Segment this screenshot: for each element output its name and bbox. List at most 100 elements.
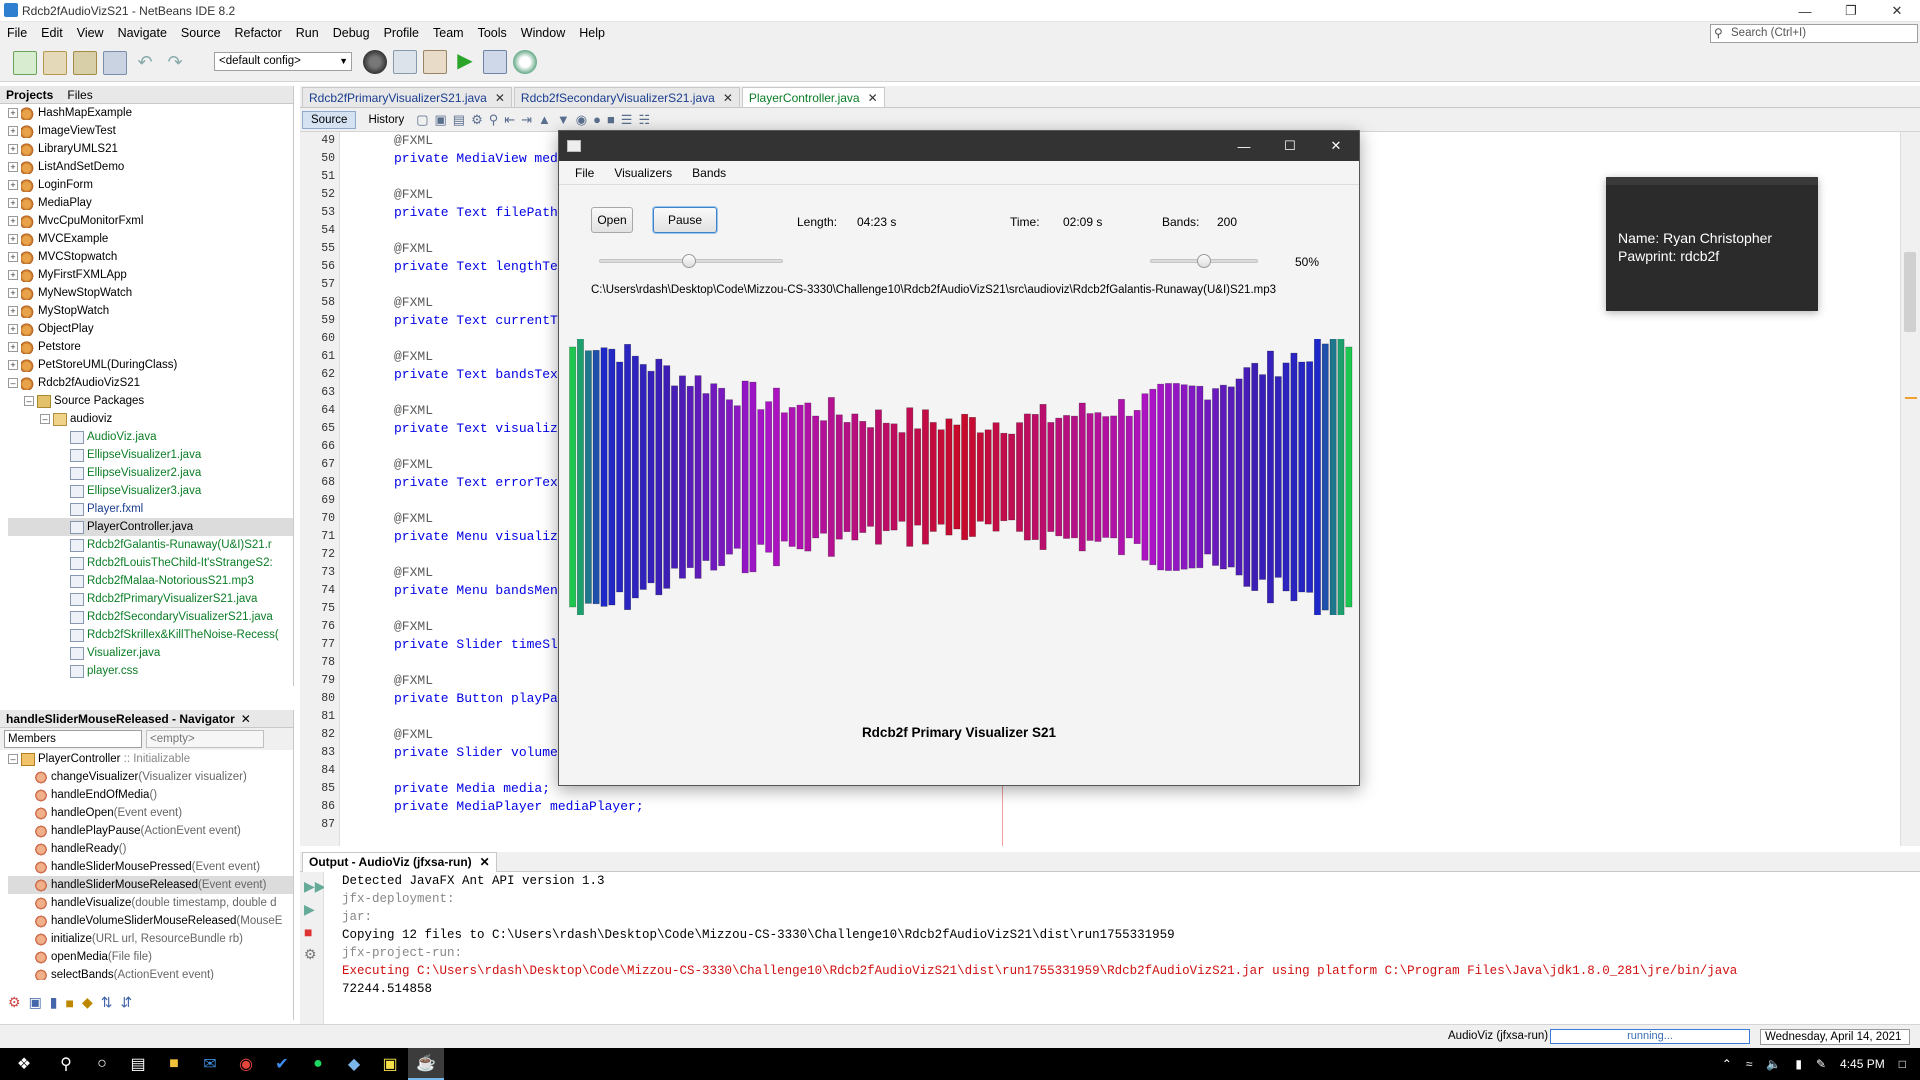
expand-icon[interactable]: + bbox=[8, 342, 18, 352]
expand-icon[interactable]: + bbox=[8, 252, 18, 262]
file-node[interactable]: AudioViz.java bbox=[8, 428, 293, 446]
sticky-notes-icon[interactable]: ▣ bbox=[372, 1048, 408, 1080]
maximize-icon[interactable]: ☐ bbox=[1267, 135, 1313, 157]
fields-icon[interactable]: ▣ bbox=[29, 994, 42, 1011]
package-node[interactable]: – audioviz bbox=[8, 410, 293, 428]
slider-thumb[interactable] bbox=[682, 254, 697, 268]
target-icon[interactable] bbox=[363, 50, 387, 74]
cortana-icon[interactable]: ○ bbox=[84, 1048, 120, 1080]
expand-icon[interactable]: + bbox=[8, 360, 18, 370]
output-console[interactable]: Detected JavaFX Ant API version 1.3 jfx-d… bbox=[324, 872, 1900, 1024]
project-node[interactable]: + MVCExample bbox=[8, 230, 293, 248]
stop-icon[interactable]: ■ bbox=[304, 924, 319, 940]
expand-icon[interactable]: + bbox=[8, 288, 18, 298]
project-node[interactable]: + MyNewStopWatch bbox=[8, 284, 293, 302]
open-project-icon[interactable] bbox=[73, 50, 97, 75]
source-packages-node[interactable]: – Source Packages bbox=[8, 392, 293, 410]
tab-files[interactable]: Files bbox=[67, 88, 92, 102]
file-node[interactable]: Rdcb2fLouisTheChild-It'sStrangeS2: bbox=[8, 554, 293, 572]
slider-thumb[interactable] bbox=[1197, 254, 1211, 268]
menu-debug[interactable]: Debug bbox=[326, 22, 377, 44]
minimize-icon[interactable]: — bbox=[1782, 0, 1828, 22]
close-icon[interactable]: ✕ bbox=[480, 855, 490, 869]
mail-icon[interactable]: ✉ bbox=[192, 1048, 228, 1080]
navigator-member[interactable]: handleReady() bbox=[8, 840, 293, 858]
build-icon[interactable] bbox=[393, 50, 417, 74]
navigator-member[interactable]: changeVisualizer (Visualizer visualizer) bbox=[8, 768, 293, 786]
open-button[interactable]: Open bbox=[591, 207, 633, 233]
project-node[interactable]: + MediaPlay bbox=[8, 194, 293, 212]
project-node[interactable]: + MyStopWatch bbox=[8, 302, 293, 320]
close-icon[interactable]: ✕ bbox=[495, 91, 505, 105]
lock-icon[interactable]: ■ bbox=[66, 995, 74, 1011]
expand-icon[interactable]: + bbox=[8, 144, 18, 154]
static-icon[interactable]: ▮ bbox=[50, 994, 58, 1011]
menu-window[interactable]: Window bbox=[514, 22, 572, 44]
project-node[interactable]: + ObjectPlay bbox=[8, 320, 293, 338]
close-icon[interactable]: ✕ bbox=[868, 91, 878, 105]
collapse-icon[interactable]: – bbox=[40, 414, 50, 424]
project-node[interactable]: + MvcCpuMonitorFxml bbox=[8, 212, 293, 230]
tab-player-controller[interactable]: PlayerController.java ✕ bbox=[741, 87, 885, 107]
menu-file[interactable]: File bbox=[0, 22, 34, 44]
file-node[interactable]: EllipseVisualizer3.java bbox=[8, 482, 293, 500]
search-input[interactable]: ⚲ Search (Ctrl+I) bbox=[1710, 24, 1918, 43]
scrollbar-thumb[interactable] bbox=[1904, 252, 1916, 332]
expand-icon[interactable]: + bbox=[8, 180, 18, 190]
project-node[interactable]: + PetStoreUML(DuringClass) bbox=[8, 356, 293, 374]
editor-actions-icon[interactable]: ▢▣▤⚙⚲⇤⇥▲▼◉●■☰☵ bbox=[416, 112, 656, 128]
notification-icon[interactable]: □ bbox=[1899, 1057, 1906, 1071]
members-select[interactable]: Members bbox=[4, 730, 142, 748]
menu-edit[interactable]: Edit bbox=[34, 22, 70, 44]
file-node[interactable]: Rdcb2fSkrillex&KillTheNoise-Recess( bbox=[8, 626, 293, 644]
pause-button[interactable]: Pause bbox=[653, 207, 717, 233]
file-node[interactable]: EllipseVisualizer2.java bbox=[8, 464, 293, 482]
file-node[interactable]: Visualizer.java bbox=[8, 644, 293, 662]
expand-icon[interactable]: + bbox=[8, 198, 18, 208]
collapse-icon[interactable]: – bbox=[8, 754, 18, 764]
battery-icon[interactable]: ▮ bbox=[1795, 1057, 1802, 1071]
menu-help[interactable]: Help bbox=[572, 22, 612, 44]
project-node[interactable]: + ImageViewTest bbox=[8, 122, 293, 140]
tab-secondary-visualizer[interactable]: Rdcb2fSecondaryVisualizerS21.java ✕ bbox=[513, 87, 740, 107]
menu-profile[interactable]: Profile bbox=[377, 22, 426, 44]
maximize-icon[interactable]: ❐ bbox=[1828, 0, 1874, 22]
project-node[interactable]: + LoginForm bbox=[8, 176, 293, 194]
project-node[interactable]: + MVCStopwatch bbox=[8, 248, 293, 266]
navigator-member[interactable]: selectBands (ActionEvent event) bbox=[8, 966, 293, 980]
menu-visualizers[interactable]: Visualizers bbox=[604, 161, 682, 185]
expand-icon[interactable]: + bbox=[8, 324, 18, 334]
project-node[interactable]: + MyFirstFXMLApp bbox=[8, 266, 293, 284]
run-icon[interactable]: ▶ bbox=[453, 50, 477, 74]
minimize-icon[interactable]: — bbox=[1221, 135, 1267, 157]
spotify-icon[interactable]: ● bbox=[300, 1048, 336, 1080]
filter-icon[interactable]: ⚙ bbox=[8, 994, 21, 1011]
collapse-icon[interactable]: – bbox=[8, 378, 18, 388]
chevron-up-icon[interactable]: ⌃ bbox=[1722, 1057, 1732, 1071]
file-node[interactable]: player.css bbox=[8, 662, 293, 680]
clock[interactable]: 4:45 PM bbox=[1840, 1057, 1885, 1071]
tab-projects[interactable]: Projects bbox=[6, 88, 53, 102]
file-node[interactable]: Player.fxml bbox=[8, 500, 293, 518]
todo-icon[interactable]: ✔ bbox=[264, 1048, 300, 1080]
tab-history[interactable]: History bbox=[362, 112, 410, 128]
project-node[interactable]: + Petstore bbox=[8, 338, 293, 356]
menu-source[interactable]: Source bbox=[174, 22, 228, 44]
task-view-icon[interactable]: ▤ bbox=[120, 1048, 156, 1080]
navigator-member[interactable]: handlePlayPause (ActionEvent event) bbox=[8, 822, 293, 840]
menu-navigate[interactable]: Navigate bbox=[111, 22, 174, 44]
tab-primary-visualizer[interactable]: Rdcb2fPrimaryVisualizerS21.java ✕ bbox=[302, 87, 512, 107]
navigator-member[interactable]: handleSliderMouseReleased (Event event) bbox=[8, 876, 293, 894]
close-icon[interactable]: ✕ bbox=[1313, 135, 1359, 157]
chrome-icon[interactable]: ◉ bbox=[228, 1048, 264, 1080]
project-node[interactable]: + HashMapExample bbox=[8, 104, 293, 122]
menu-view[interactable]: View bbox=[70, 22, 111, 44]
expand-icon[interactable]: + bbox=[8, 108, 18, 118]
file-node[interactable]: Rdcb2fGalantis-Runaway(U&I)S21.r bbox=[8, 536, 293, 554]
editor-scrollbar[interactable] bbox=[1900, 132, 1920, 846]
new-project-icon[interactable] bbox=[43, 50, 67, 75]
volume-slider[interactable] bbox=[1150, 253, 1258, 269]
navigator-member[interactable]: initialize (URL url, ResourceBundle rb) bbox=[8, 930, 293, 948]
close-icon[interactable]: ✕ bbox=[1874, 0, 1920, 22]
expand-icon[interactable]: + bbox=[8, 162, 18, 172]
